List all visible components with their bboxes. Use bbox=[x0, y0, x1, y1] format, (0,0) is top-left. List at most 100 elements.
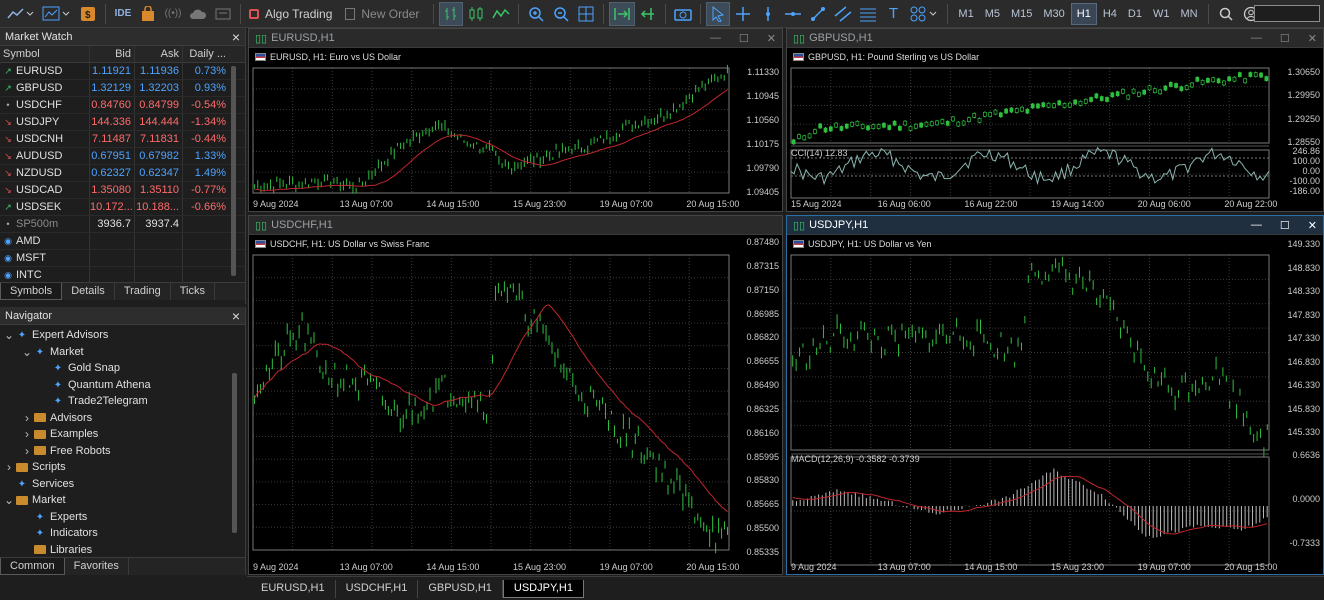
vertical-line-icon[interactable] bbox=[756, 2, 780, 26]
bar-chart-icon[interactable] bbox=[439, 1, 464, 26]
market-watch-row[interactable]: ↗ GBPUSD 1.32129 1.32203 0.93% bbox=[0, 80, 245, 97]
navigator-item[interactable]: ✦ Gold Snap bbox=[0, 360, 245, 377]
timeframe-d1[interactable]: D1 bbox=[1123, 3, 1147, 25]
timeframe-m30[interactable]: M30 bbox=[1038, 3, 1069, 25]
close-icon[interactable]: ✕ bbox=[767, 32, 776, 45]
navigator-item[interactable]: Libraries bbox=[0, 542, 245, 559]
horizontal-line-icon[interactable] bbox=[781, 2, 805, 26]
expand-icon[interactable]: › bbox=[22, 411, 32, 425]
col-daily-header[interactable]: Daily ... bbox=[183, 46, 229, 62]
tab-symbols[interactable]: Symbols bbox=[0, 283, 63, 300]
chart-area[interactable]: USDJPY, H1: US Dollar vs Yen MACD(12,26,… bbox=[787, 235, 1323, 574]
market-watch-row[interactable]: ↗ USDSEK 10.172... 10.188... -0.66% bbox=[0, 199, 245, 216]
chart-window-gbpusd[interactable]: ▯▯ GBPUSD,H1 — ☐ ✕ GBPUSD, H1: Pound Sterlin… bbox=[786, 28, 1324, 212]
grid-icon[interactable] bbox=[574, 2, 598, 26]
market-watch-row[interactable]: ◉ MSFT bbox=[0, 250, 245, 267]
search-icon[interactable] bbox=[1214, 2, 1238, 26]
timeframe-m1[interactable]: M1 bbox=[953, 3, 978, 25]
maximize-icon[interactable]: ☐ bbox=[739, 32, 749, 45]
market-watch-row[interactable]: • USDCHF 0.84760 0.84799 -0.54% bbox=[0, 97, 245, 114]
col-symbol-header[interactable]: Symbol bbox=[0, 46, 90, 62]
chart-tab-eurusd[interactable]: EURUSD,H1 bbox=[251, 579, 336, 598]
algo-trading-button[interactable]: Algo Trading bbox=[246, 2, 341, 26]
timeframe-mn[interactable]: MN bbox=[1175, 3, 1202, 25]
navigator-item[interactable]: › Examples bbox=[0, 426, 245, 443]
col-bid-header[interactable]: Bid bbox=[90, 46, 135, 62]
timeframe-m5[interactable]: M5 bbox=[980, 3, 1005, 25]
chart-window-usdchf[interactable]: ▯▯ USDCHF,H1 USDCHF, H1: US Dollar vs Swi… bbox=[248, 215, 783, 575]
navigator-scrollbar[interactable] bbox=[232, 373, 237, 533]
navigator-item[interactable]: ⌄ ✦ Expert Advisors bbox=[0, 327, 245, 344]
candle-chart-icon[interactable] bbox=[464, 2, 488, 26]
signal-icon[interactable]: ((•)) bbox=[161, 2, 185, 26]
chart-type-icon[interactable] bbox=[4, 2, 38, 26]
tab-common[interactable]: Common bbox=[0, 558, 65, 575]
new-order-button[interactable]: New Order bbox=[342, 2, 428, 26]
cloud-icon[interactable] bbox=[186, 2, 210, 26]
market-watch-scrollbar[interactable] bbox=[231, 66, 236, 276]
close-icon[interactable]: ✕ bbox=[1308, 219, 1317, 232]
chart-area[interactable]: EURUSD, H1: Euro vs US Dollar 1.11330 1.1… bbox=[249, 48, 782, 211]
navigator-item[interactable]: ✦ Services bbox=[0, 476, 245, 493]
timeframe-h1[interactable]: H1 bbox=[1070, 2, 1097, 25]
vps-icon[interactable] bbox=[211, 2, 235, 26]
deposit-icon[interactable]: $ bbox=[76, 2, 100, 26]
navigator-item[interactable]: ✦ Indicators bbox=[0, 525, 245, 542]
market-watch-row[interactable]: • SP500m 3936.7 3937.4 bbox=[0, 216, 245, 233]
autoscroll-icon[interactable] bbox=[609, 1, 636, 26]
market-watch-row[interactable]: ↘ USDCNH 7.11487 7.11831 -0.44% bbox=[0, 131, 245, 148]
market-watch-row[interactable]: ↘ NZDUSD 0.62327 0.62347 1.49% bbox=[0, 165, 245, 182]
market-watch-row[interactable]: ↗ EURUSD 1.11921 1.11936 0.73% bbox=[0, 63, 245, 80]
expand-icon[interactable]: ⌄ bbox=[22, 345, 32, 359]
tab-details[interactable]: Details bbox=[62, 283, 115, 300]
minimize-icon[interactable]: — bbox=[710, 32, 721, 45]
tab-trading[interactable]: Trading bbox=[115, 283, 171, 300]
col-ask-header[interactable]: Ask bbox=[135, 46, 183, 62]
navigator-item[interactable]: › Free Robots bbox=[0, 443, 245, 460]
market-bag-icon[interactable] bbox=[136, 2, 160, 26]
tab-favorites[interactable]: Favorites bbox=[65, 558, 129, 575]
chart-tab-usdchf[interactable]: USDCHF,H1 bbox=[336, 579, 419, 598]
text-tool-icon[interactable]: T bbox=[881, 2, 905, 26]
crosshair-icon[interactable] bbox=[731, 2, 755, 26]
chart-tab-gbpusd[interactable]: GBPUSD,H1 bbox=[418, 579, 503, 598]
chart-area[interactable]: GBPUSD, H1: Pound Sterling vs US Dollar … bbox=[787, 48, 1323, 211]
timeframe-m15[interactable]: M15 bbox=[1006, 3, 1037, 25]
close-icon[interactable]: × bbox=[232, 30, 240, 44]
close-icon[interactable]: ✕ bbox=[1308, 32, 1317, 45]
market-watch-row[interactable]: ◉ AMD bbox=[0, 233, 245, 250]
line-chart-icon[interactable] bbox=[489, 2, 513, 26]
expand-icon[interactable]: › bbox=[22, 427, 32, 441]
zoom-out-icon[interactable] bbox=[549, 2, 573, 26]
maximize-icon[interactable]: ☐ bbox=[1280, 219, 1290, 232]
minimize-icon[interactable]: — bbox=[1251, 32, 1262, 45]
chart-window-eurusd[interactable]: ▯▯ EURUSD,H1 — ☐ ✕ EURUSD, H1: Euro vs US Do… bbox=[248, 28, 783, 212]
navigator-item[interactable]: ✦ Experts bbox=[0, 509, 245, 526]
market-watch-row[interactable]: ↘ AUDUSD 0.67951 0.67982 1.33% bbox=[0, 148, 245, 165]
fibonacci-icon[interactable] bbox=[856, 2, 880, 26]
navigator-item[interactable]: ✦ Trade2Telegram bbox=[0, 393, 245, 410]
navigator-item[interactable]: ✦ Quantum Athena bbox=[0, 377, 245, 394]
chart-window-usdjpy[interactable]: ▯▯ USDJPY,H1 — ☐ ✕ USDJPY, H1: US Dollar vs … bbox=[786, 215, 1324, 575]
chart-shift-icon[interactable] bbox=[636, 2, 660, 26]
trendline-icon[interactable] bbox=[806, 2, 830, 26]
expand-icon[interactable]: ⌄ bbox=[4, 328, 14, 342]
chart-area[interactable]: USDCHF, H1: US Dollar vs Swiss Franc 0.8… bbox=[249, 235, 782, 574]
tab-ticks[interactable]: Ticks bbox=[171, 283, 215, 300]
market-watch-row[interactable]: ↘ USDCAD 1.35080 1.35110 -0.77% bbox=[0, 182, 245, 199]
maximize-icon[interactable]: ☐ bbox=[1280, 32, 1290, 45]
chart-tab-usdjpy[interactable]: USDJPY,H1 bbox=[502, 579, 584, 598]
cursor-icon[interactable] bbox=[706, 1, 731, 26]
close-icon[interactable]: × bbox=[232, 309, 240, 323]
shapes-icon[interactable] bbox=[906, 2, 942, 26]
expand-icon[interactable]: › bbox=[22, 444, 32, 458]
navigator-item[interactable]: ⌄ Market bbox=[0, 492, 245, 509]
new-chart-icon[interactable] bbox=[39, 2, 75, 26]
navigator-item[interactable]: › Scripts bbox=[0, 459, 245, 476]
timeframe-w1[interactable]: W1 bbox=[1148, 3, 1175, 25]
minimize-icon[interactable]: — bbox=[1251, 219, 1262, 232]
ide-icon[interactable]: IDE bbox=[111, 2, 135, 26]
search-input[interactable] bbox=[1254, 5, 1320, 22]
navigator-item[interactable]: ⌄ ✦ Market bbox=[0, 344, 245, 361]
zoom-in-icon[interactable] bbox=[524, 2, 548, 26]
